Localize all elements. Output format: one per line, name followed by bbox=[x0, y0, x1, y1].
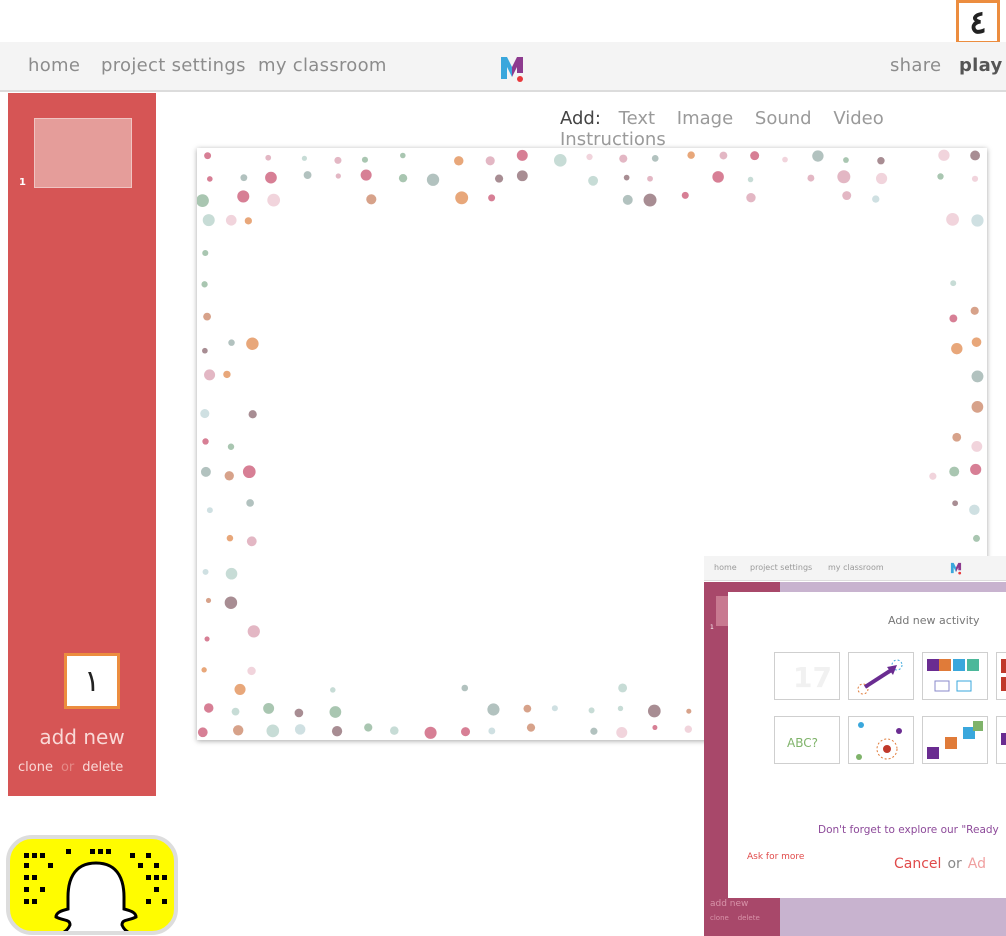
modal-actions: Cancel or Ad bbox=[894, 856, 986, 872]
activity-dialog-preview: home project settings my classroom 1 Add… bbox=[704, 556, 1006, 936]
nav-play-link[interactable]: play bbox=[959, 55, 1003, 76]
activity-tile-numbers[interactable]: 17 bbox=[774, 652, 840, 700]
add-new-slide-button[interactable]: add new bbox=[8, 725, 156, 749]
nav-my-classroom-link[interactable]: my classroom bbox=[258, 55, 387, 76]
nav-project-settings-link[interactable]: project settings bbox=[101, 55, 246, 76]
logo-icon[interactable] bbox=[499, 53, 525, 83]
delete-slide-button[interactable]: delete bbox=[82, 760, 123, 775]
slide-actions: clone or delete bbox=[18, 760, 123, 775]
activity-tile-keyboard[interactable] bbox=[996, 716, 1006, 764]
preview-nav-home: home bbox=[714, 563, 737, 572]
modal-title: Add new activity bbox=[888, 614, 980, 627]
activity-tile-abc[interactable]: ABC? bbox=[774, 716, 840, 764]
add-image-option[interactable]: Image bbox=[677, 108, 733, 129]
preview-nav-project-settings: project settings bbox=[750, 563, 813, 572]
number-badge-top: ٤ bbox=[956, 0, 1000, 44]
activity-tile-sequence[interactable] bbox=[922, 716, 988, 764]
preview-clone-delete: clone delete bbox=[710, 914, 760, 922]
or-label: or bbox=[60, 760, 75, 775]
activity-tile-sort[interactable] bbox=[922, 652, 988, 700]
activity-tile-grid[interactable] bbox=[996, 652, 1006, 700]
slide-thumbnail[interactable] bbox=[34, 118, 132, 188]
add-label: Add: bbox=[560, 108, 601, 129]
preview-slide-number: 1 bbox=[710, 624, 714, 631]
preview-add-new: add new bbox=[710, 899, 749, 909]
add-sound-option[interactable]: Sound bbox=[755, 108, 812, 129]
add-instructions-option[interactable]: Instructions bbox=[560, 129, 666, 150]
preview-nav-my-classroom: my classroom bbox=[828, 563, 884, 572]
abc-label: ABC? bbox=[787, 736, 818, 750]
add-video-option[interactable]: Video bbox=[833, 108, 883, 129]
slide-number: 1 bbox=[19, 177, 26, 188]
or-label: or bbox=[947, 856, 962, 872]
activity-tile-arrow[interactable] bbox=[848, 652, 914, 700]
ask-for-more-link[interactable]: Ask for more bbox=[747, 852, 804, 862]
clone-slide-button[interactable]: clone bbox=[18, 760, 53, 775]
activity-tile-target[interactable] bbox=[848, 716, 914, 764]
ready-note: Don't forget to explore our "Ready bbox=[818, 824, 999, 836]
snapcode-image bbox=[6, 835, 178, 935]
add-menu: Add: Text Image Sound Video Instructions bbox=[560, 108, 1006, 150]
preview-delete: delete bbox=[737, 914, 760, 922]
nav-home-link[interactable]: home bbox=[28, 55, 80, 76]
nav-share-link[interactable]: share bbox=[890, 55, 941, 76]
add-text-option[interactable]: Text bbox=[619, 108, 655, 129]
svg-text:17: 17 bbox=[793, 661, 832, 694]
add-button[interactable]: Ad bbox=[968, 856, 986, 872]
preview-clone: clone bbox=[710, 914, 729, 922]
preview-logo-icon bbox=[950, 562, 962, 575]
cancel-button[interactable]: Cancel bbox=[894, 856, 941, 872]
number-badge-left: ١ bbox=[64, 653, 120, 709]
